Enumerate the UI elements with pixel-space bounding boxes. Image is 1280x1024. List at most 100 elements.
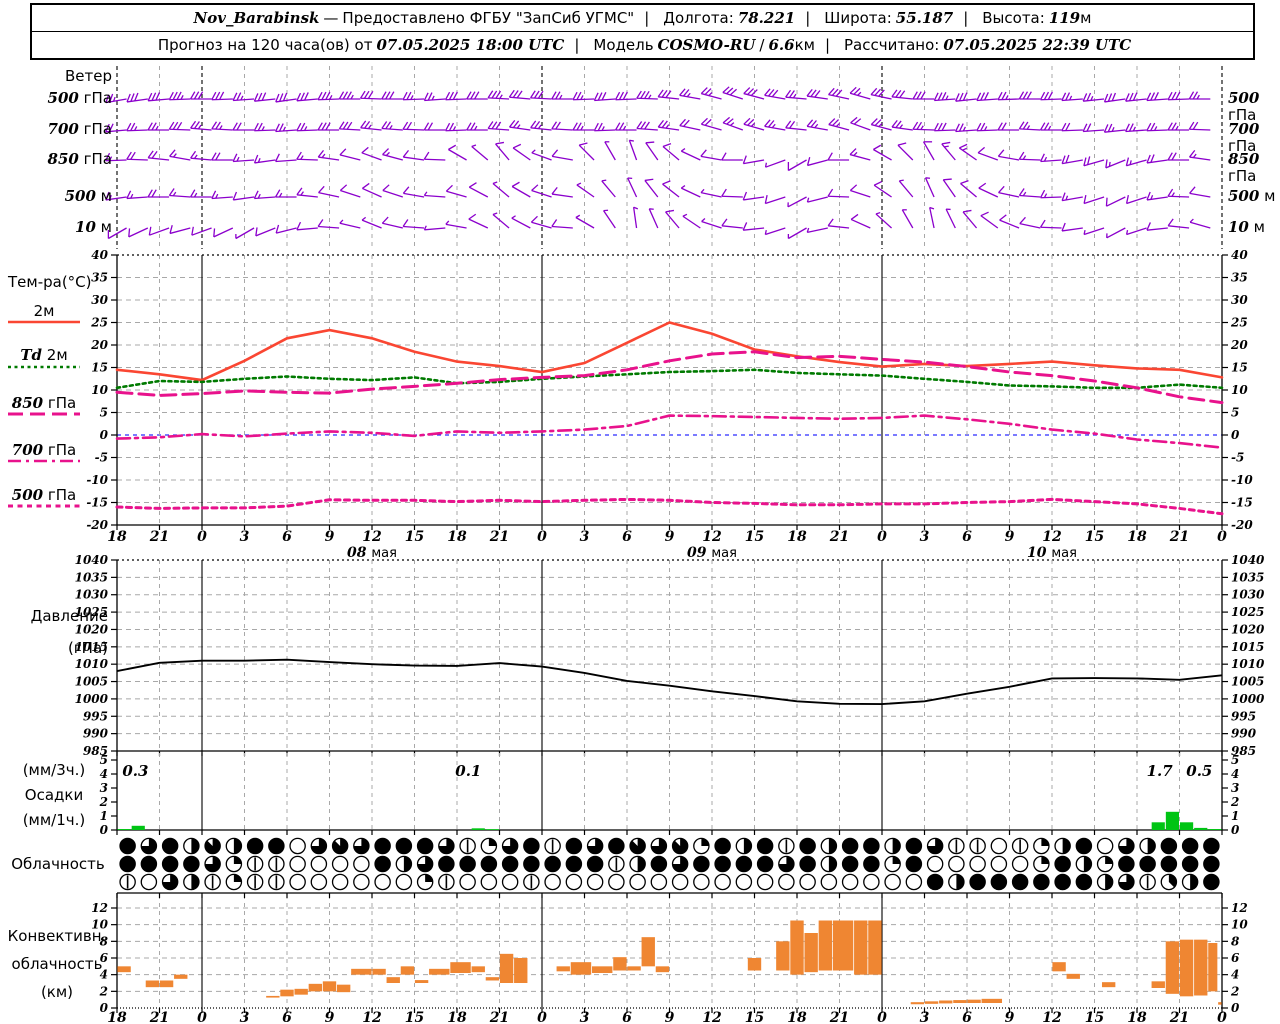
wind-row-label-10m: 10 м <box>75 218 112 236</box>
hour-label: 6 <box>962 529 972 545</box>
precip-bar <box>131 825 145 830</box>
temp-tick-label-left: 35 <box>91 271 108 285</box>
pressure-tick-label-left: 1035 <box>75 570 108 584</box>
cloud-cover-symbol <box>331 873 349 891</box>
cloud-cover-symbol <box>310 855 328 873</box>
convective-cloud-bar <box>372 968 386 975</box>
temp-tick-label-left: 40 <box>91 248 108 262</box>
cloud-okta-wedge <box>425 874 433 882</box>
cloud-cover-symbol <box>926 873 944 891</box>
hour-label: 18 <box>787 529 807 545</box>
convective-cloud-bar <box>556 966 570 972</box>
convective-cloud-bar <box>1052 962 1066 972</box>
cloud-cover-symbol <box>501 855 519 873</box>
hour-label: 21 <box>829 529 849 545</box>
cloud-cover-symbol <box>331 855 349 873</box>
cloud-cover-symbol <box>799 855 816 873</box>
convective-cloud-bar <box>655 966 670 973</box>
cloud-cover-symbol <box>1075 873 1093 891</box>
temp-legend-850hpa: 850 гПа <box>11 394 77 412</box>
cloudiness-panel-title: Облачность <box>11 855 105 873</box>
cloud-cover-symbol <box>756 855 774 873</box>
cloud-cover-symbol <box>863 855 880 873</box>
cloud-cover-symbol <box>395 837 413 855</box>
temp-legend-td2m: Td 2м <box>20 346 68 364</box>
convective-tick-label-right: 6 <box>1231 951 1240 965</box>
wind-barb-row-10м <box>107 206 1211 240</box>
pressure-tick-label-left: 1000 <box>75 692 109 706</box>
precip-tick-label-right: 4 <box>1231 767 1239 781</box>
cloud-cover-symbol <box>608 837 625 855</box>
pressure-tick-label-right: 995 <box>1231 709 1256 723</box>
cloud-okta-wedge <box>191 874 199 890</box>
hour-label: 9 <box>325 529 335 545</box>
hour-label: 15 <box>405 529 424 545</box>
hour-label: 3 <box>580 529 590 545</box>
cloud-okta-wedge <box>1105 856 1113 864</box>
convective-tick-label-left: 12 <box>91 901 108 915</box>
cloud-cover-symbol <box>289 837 306 855</box>
convective-cloud-bar <box>414 980 429 983</box>
meteogram-page: Nov_Barabinsk — Предоставлено ФГБУ "ЗапС… <box>0 0 1280 1024</box>
hour-label-bottom: 18 <box>1127 1010 1147 1024</box>
hour-label-bottom: 6 <box>282 1010 292 1024</box>
convective-cloud-bar <box>641 937 655 967</box>
pressure-tick-label-right: 1025 <box>1231 605 1264 619</box>
cloud-okta-wedge <box>743 838 752 854</box>
cloud-cover-symbol <box>905 855 923 873</box>
cloud-okta-wedge <box>1147 838 1156 854</box>
convective-cloud-bar <box>336 984 351 993</box>
pressure-tick-label-right: 1010 <box>1231 657 1265 671</box>
cloud-cover-symbol <box>565 837 583 855</box>
hour-label: 12 <box>1042 529 1062 545</box>
convective-panel: 12 1210 108 86 64 42 20 018 21 0 3 6 9 12 15 18 21 0 3 6 9 12… <box>91 892 1248 1024</box>
cloud-cover-symbol <box>1118 855 1135 873</box>
wind-row-label-500hpa: 500 гПа <box>47 89 112 107</box>
cloud-cover-symbol <box>990 837 1008 855</box>
convective-cloud-bar <box>1066 973 1080 979</box>
meteogram-chart: 40 4035 3530 3025 2520 2015 1510 105 50 0-5 -5-10-… <box>8 66 1265 1024</box>
hour-label-bottom: 0 <box>537 1010 547 1024</box>
hour-label: 9 <box>1005 529 1015 545</box>
hour-label: 18 <box>107 529 127 545</box>
cloud-cover-symbol <box>1181 837 1199 855</box>
convective-cloud-bar <box>1194 939 1208 996</box>
convective-cloud-bar <box>832 920 854 971</box>
temp-tick-label-right: -15 <box>1231 496 1253 510</box>
convective-cloud-bar <box>400 966 415 975</box>
hour-label: 15 <box>1085 529 1104 545</box>
temp-tick-label-right: -5 <box>1231 451 1244 465</box>
convective-cloud-bar <box>627 966 641 971</box>
hour-label-bottom: 12 <box>1042 1010 1062 1024</box>
day-label: 09 мая <box>687 545 737 561</box>
convective-cloud-bar <box>854 920 868 975</box>
wind-panel-title: Ветер <box>64 67 112 85</box>
precip-bar <box>1151 822 1165 830</box>
temp-tick-label-left: -10 <box>86 473 108 487</box>
wind-barb-row-500м <box>105 177 1211 208</box>
temp-tick-label-right: -20 <box>1231 518 1253 532</box>
cloud-cover-symbol <box>183 855 200 873</box>
cloud-okta-wedge <box>403 856 412 872</box>
temp-tick-label-left: 5 <box>100 406 108 420</box>
hour-label: 18 <box>1127 529 1147 545</box>
cloud-okta-wedge <box>1041 838 1049 846</box>
cloud-cover-symbol <box>161 837 179 855</box>
cloud-cover-symbol <box>799 837 816 855</box>
convective-cloud-bar <box>868 920 882 975</box>
hour-label: 9 <box>665 529 675 545</box>
cloud-cover-symbol <box>501 873 519 891</box>
convective-panel-unit: (км) <box>40 983 74 1001</box>
convective-tick-label-right: 0 <box>1231 1001 1240 1015</box>
cloud-cover-symbol <box>863 873 880 891</box>
convective-cloud-bar <box>591 966 613 973</box>
cloud-cover-symbol <box>1203 855 1220 873</box>
hour-label-bottom: 9 <box>325 1010 335 1024</box>
hour-label-bottom: 3 <box>580 1010 590 1024</box>
convective-cloud-bar <box>1151 981 1165 988</box>
cloud-cover-symbol <box>1054 873 1071 891</box>
hour-label-bottom: 21 <box>149 1010 169 1024</box>
convective-cloud-bar <box>174 974 188 979</box>
cloud-cover-symbol <box>650 855 668 873</box>
convective-panel-title-2: облачность <box>11 955 103 973</box>
